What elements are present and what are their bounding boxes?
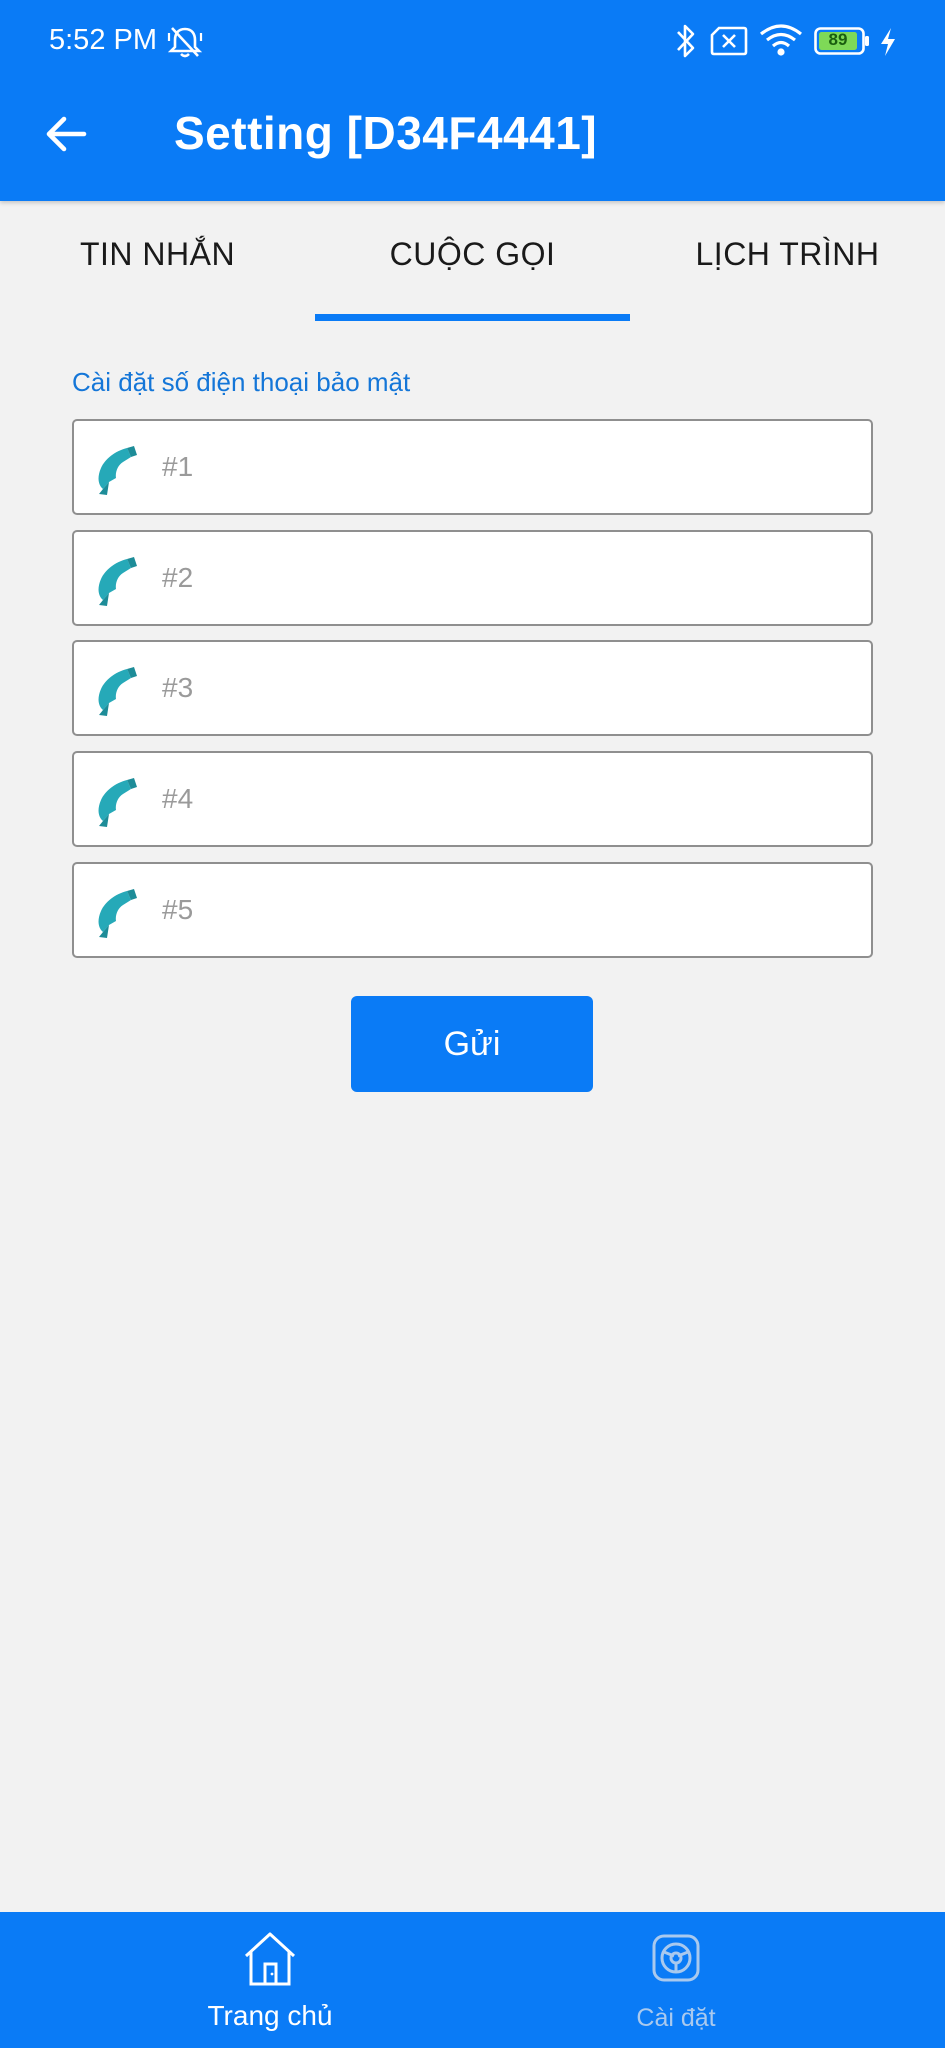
arrow-left-icon: [46, 116, 87, 152]
settings-icon: [652, 1934, 700, 1982]
nav-home-label: Trang chủ: [207, 2000, 333, 2031]
phone-input[interactable]: [162, 532, 852, 624]
phone-field-1: [72, 419, 873, 515]
phone-field-4: [72, 751, 873, 847]
nav-settings[interactable]: Cài đặt: [440, 1912, 912, 2048]
phone-field-3: [72, 640, 873, 736]
nav-settings-label: Cài đặt: [636, 2004, 716, 2032]
sim-off-icon: [710, 26, 748, 56]
battery-level: 89: [828, 30, 848, 49]
bluetooth-icon: [677, 24, 695, 58]
tab-bar: TIN NHẮN CUỘC GỌI LỊCH TRÌNH: [0, 201, 945, 321]
active-tab-indicator: [315, 314, 630, 321]
wifi-icon: [760, 24, 802, 56]
section-label: Cài đặt số điện thoại bảo mật: [72, 367, 411, 397]
app-bar: 5:52 PM 89 Setting [D34F4441]: [0, 0, 945, 201]
phone-input[interactable]: [162, 642, 852, 734]
phone-input[interactable]: [162, 864, 852, 956]
tab-calls[interactable]: CUỘC GỌI: [315, 201, 630, 321]
phone-handset-icon: [98, 778, 137, 827]
status-bar: 5:52 PM 89: [0, 0, 945, 84]
phone-input[interactable]: [162, 753, 852, 845]
home-icon: [244, 1932, 296, 1986]
tab-schedule[interactable]: LỊCH TRÌNH: [630, 201, 945, 321]
page-title: Setting [D34F4441]: [174, 107, 598, 159]
phone-handset-icon: [98, 446, 137, 495]
toolbar: Setting [D34F4441]: [0, 84, 945, 201]
send-button[interactable]: Gửi: [351, 996, 593, 1092]
bottom-nav: Trang chủ Cài đặt: [0, 1912, 945, 2048]
tab-messages[interactable]: TIN NHẮN: [0, 201, 315, 321]
phone-handset-icon: [98, 889, 137, 938]
phone-field-5: [72, 862, 873, 958]
back-button[interactable]: [36, 104, 96, 164]
phone-handset-icon: [98, 557, 137, 606]
battery-icon: 89: [814, 27, 870, 55]
mute-alarm-icon: [167, 27, 203, 58]
nav-home[interactable]: Trang chủ: [34, 1912, 506, 2048]
phone-handset-icon: [98, 667, 137, 716]
charging-bolt-icon: [881, 28, 895, 56]
phone-input[interactable]: [162, 421, 852, 513]
phone-field-2: [72, 530, 873, 626]
status-time: 5:52 PM: [49, 24, 157, 56]
